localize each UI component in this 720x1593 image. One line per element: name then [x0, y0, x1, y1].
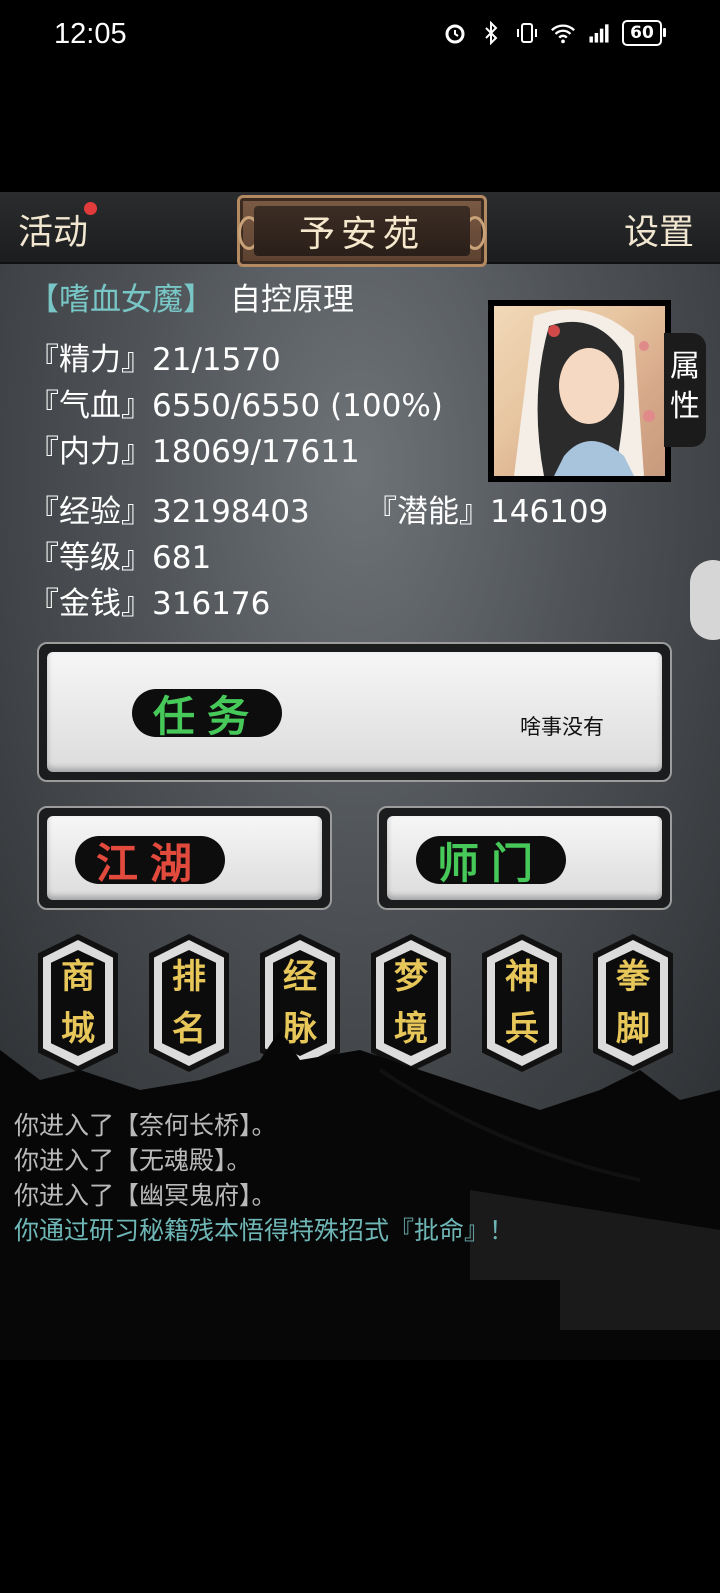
floating-assist-button[interactable]: [690, 560, 720, 640]
portrait-image: [494, 306, 665, 476]
task-status: 啥事没有: [520, 715, 604, 739]
attributes-tab[interactable]: 属性: [664, 333, 706, 447]
wifi-icon: [550, 20, 576, 46]
menu-divine-weapon-top: 神: [505, 957, 539, 997]
clock: 12:05: [54, 18, 127, 50]
character-sect: 自控原理: [230, 282, 354, 318]
menu-fist-kick-top: 拳: [616, 957, 650, 997]
location-title: 予安苑: [254, 206, 470, 256]
stat-health: 『气血』6550/6550 (100%): [28, 388, 443, 424]
stat-potential: 『潜能』146109: [366, 494, 609, 530]
log-line: 你通过研习秘籍残本悟得特殊招式『批命』！: [14, 1216, 515, 1245]
stat-money: 『金钱』316176: [28, 586, 271, 622]
alarm-icon: [442, 20, 468, 46]
task-label: 任务: [132, 689, 282, 741]
menu-shop-top: 商: [61, 957, 95, 997]
jianghu-label: 江湖: [75, 836, 225, 888]
status-bar: 12:05 60: [0, 0, 720, 70]
menu-ranking-top: 排: [172, 957, 206, 997]
activity-button[interactable]: 活动: [18, 204, 88, 255]
log-line: 你进入了【奈何长桥】。: [14, 1111, 277, 1140]
vibrate-icon: [514, 20, 540, 46]
log-line: 你进入了【无魂殿】。: [14, 1146, 252, 1175]
location-title-plaque: 予安苑: [237, 195, 487, 267]
message-log: 你进入了【奈何长桥】。 你进入了【无魂殿】。 你进入了【幽冥鬼府】。 你通过研习…: [14, 1108, 514, 1248]
bluetooth-icon: [478, 20, 504, 46]
status-icons: 60: [442, 20, 666, 46]
character-portrait[interactable]: [488, 300, 671, 482]
log-line: 你进入了【幽冥鬼府】。: [14, 1181, 277, 1210]
settings-button[interactable]: 设置: [624, 204, 694, 255]
menu-dreamland-top: 梦: [394, 957, 428, 997]
stat-level: 『等级』681: [28, 540, 212, 576]
stat-experience: 『经验』32198403: [28, 494, 310, 530]
stat-internal-power: 『内力』18069/17611: [28, 434, 360, 470]
signal-icon: [586, 20, 612, 46]
menu-meridians-top: 经: [283, 957, 317, 997]
character-title: 【嗜血女魔】: [28, 282, 214, 318]
stat-stamina: 『精力』21/1570: [28, 342, 281, 378]
battery-icon: 60: [622, 20, 666, 46]
shimen-label: 师门: [416, 836, 566, 888]
notification-dot: [84, 202, 97, 215]
